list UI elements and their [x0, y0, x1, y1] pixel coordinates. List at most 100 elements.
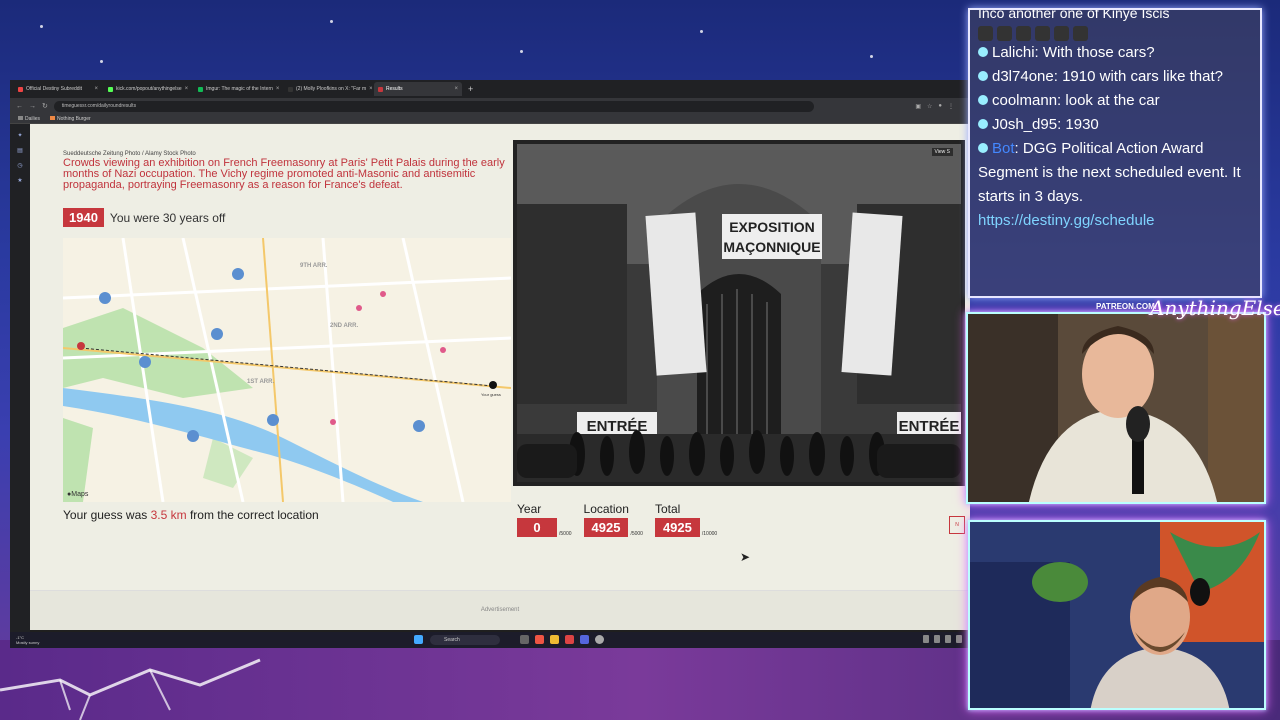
- photo-banner-right: ENTRÉE: [899, 418, 960, 435]
- sidebar-bag-icon[interactable]: ▤: [17, 147, 23, 154]
- photo-description: Crowds viewing an exhibition on French F…: [63, 157, 505, 191]
- webcam-main-image: [968, 314, 1264, 502]
- taskbar-icons: [414, 635, 423, 644]
- imgur-icon: [198, 86, 203, 92]
- chat-message: J0sh_d95: 1930: [978, 113, 1252, 137]
- weather-widget[interactable]: -1°C Mostly sunny: [16, 635, 39, 645]
- chat-bullet-icon: [978, 47, 988, 57]
- back-icon[interactable]: ←: [16, 103, 23, 110]
- advertisement-bar: Advertisement: [30, 590, 970, 630]
- close-tab-icon[interactable]: ×: [369, 86, 372, 92]
- emote-icon: [1054, 26, 1069, 41]
- score-total: Total 4925/10000: [654, 502, 718, 537]
- round-photo[interactable]: EXPOSITION MAÇONNIQUE ENTRÉE ENTRÉE View…: [513, 140, 965, 486]
- correct-year-badge: 1940: [63, 208, 104, 227]
- bookmark-nothing-burger[interactable]: Nothing Burger: [50, 115, 91, 122]
- battery-icon[interactable]: [956, 635, 962, 643]
- forward-icon[interactable]: →: [29, 103, 36, 110]
- discord-icon[interactable]: [580, 635, 589, 644]
- menu-icon[interactable]: ⋮: [948, 103, 954, 110]
- windows-taskbar: -1°C Mostly sunny Search: [10, 632, 970, 648]
- tab-imgur[interactable]: Imgur: The magic of the Intern ×: [194, 82, 282, 96]
- network-icon[interactable]: [934, 635, 940, 643]
- tab-kick[interactable]: kick.com/popout/anythingelse ×: [104, 82, 192, 96]
- tab-destiny-subreddit[interactable]: Official Destiny Subreddit ×: [14, 82, 102, 96]
- emote-icon: [1016, 26, 1031, 41]
- chrome-icon[interactable]: [595, 635, 604, 644]
- map-label-2nd-arr: 2ND ARR.: [330, 323, 359, 329]
- volume-icon[interactable]: [945, 635, 951, 643]
- guess-distance-text: Your guess was 3.5 km from the correct l…: [63, 508, 319, 522]
- close-tab-icon[interactable]: ×: [276, 86, 280, 92]
- map-label-1st-arr: 1ST ARR.: [247, 379, 275, 385]
- browser-tools: ▣ ☆ ● ⋮: [915, 103, 954, 110]
- maps-logo: ●Maps: [67, 491, 89, 498]
- map-graphic: [63, 238, 511, 502]
- brave-icon[interactable]: [535, 635, 544, 644]
- score-max: /10000: [701, 531, 718, 537]
- results-page: Sueddeutsche Zeitung Photo / Alamy Stock…: [30, 124, 970, 590]
- chat-bullet-icon: [978, 119, 988, 129]
- view-source-button[interactable]: View S: [931, 148, 953, 156]
- sidebar-home-icon[interactable]: ✦: [17, 132, 22, 139]
- tray-chevron-icon[interactable]: [923, 635, 929, 643]
- tab-results[interactable]: Results ×: [374, 82, 462, 96]
- start-icon[interactable]: [414, 635, 423, 644]
- url-field[interactable]: timeguessr.com/dailyroundresults: [53, 100, 814, 112]
- profile-icon[interactable]: ●: [938, 103, 942, 110]
- score-value: 4925: [583, 518, 629, 537]
- webcam-guest-image: [970, 522, 1264, 708]
- reload-icon[interactable]: ↻: [42, 102, 48, 110]
- tab-x-post[interactable]: (2) Molly Ploofkins on X: "Far m ×: [284, 82, 372, 96]
- timeguessr-icon: [378, 86, 383, 92]
- mouse-cursor: ➤: [740, 550, 751, 564]
- chat-message: d3l74one: 1910 with cars like that?: [978, 65, 1252, 89]
- guess-distance: 3.5 km: [150, 508, 187, 522]
- bookmark-dailies[interactable]: Dailies: [18, 115, 40, 122]
- sidebar-history-icon[interactable]: ◷: [17, 162, 22, 169]
- system-tray: [923, 635, 962, 643]
- chat-emotes: [978, 26, 1252, 41]
- result-map[interactable]: 9TH ARR. 2ND ARR. 1ST ARR. Your guess ●M…: [63, 238, 511, 502]
- correct-location-pin: [77, 342, 85, 350]
- photo-sign-main-line1: EXPOSITION: [729, 219, 815, 235]
- close-tab-icon[interactable]: ×: [185, 86, 189, 92]
- score-location: Location 4925/5000: [583, 502, 643, 537]
- webcam-main: [966, 312, 1266, 504]
- score-summary: Year 0/5000 Location 4925/5000 Total 492…: [517, 502, 717, 537]
- patreon-text: PATREON.COM/: [1096, 302, 1158, 311]
- score-value: 0: [517, 518, 557, 537]
- tab-bar: Official Destiny Subreddit × kick.com/pop…: [10, 80, 970, 98]
- file-explorer-icon[interactable]: [550, 635, 559, 644]
- signature-logo: AnythingElse: [1150, 296, 1280, 320]
- lightning-decoration: [0, 658, 261, 720]
- browser-window: Official Destiny Subreddit × kick.com/pop…: [10, 80, 970, 648]
- extensions-icon[interactable]: ▣: [915, 103, 921, 110]
- schedule-link[interactable]: https://destiny.gg/schedule: [978, 212, 1155, 229]
- app-icon[interactable]: [565, 635, 574, 644]
- folder-icon: [18, 115, 23, 120]
- year-off-text: You were 30 years off: [109, 210, 226, 225]
- pinned-apps: [520, 635, 604, 644]
- address-bar-row: ← → ↻ timeguessr.com/dailyroundresults ▣…: [10, 98, 970, 114]
- taskbar-search[interactable]: Search: [430, 635, 500, 645]
- close-tab-icon[interactable]: ×: [454, 86, 458, 92]
- kick-icon: [108, 86, 113, 92]
- task-view-icon[interactable]: [520, 635, 529, 644]
- sidebar-star-icon[interactable]: ★: [17, 177, 22, 184]
- photo-graphic: EXPOSITION MAÇONNIQUE ENTRÉE ENTRÉE: [517, 144, 961, 482]
- chat-message-bot: Bot: DGG Political Action Award Segment …: [978, 140, 1241, 229]
- chat-bullet-icon: [978, 95, 988, 105]
- bookmark-star-icon[interactable]: ☆: [927, 103, 932, 110]
- map-label-9th-arr: 9TH ARR.: [300, 263, 328, 269]
- next-round-button[interactable]: N: [949, 516, 965, 534]
- emote-icon: [1035, 26, 1050, 41]
- browser-sidebar: ✦ ▤ ◷ ★: [10, 124, 30, 636]
- x-icon: [288, 86, 293, 92]
- close-tab-icon[interactable]: ×: [94, 86, 98, 92]
- score-max: /5000: [559, 531, 572, 537]
- score-max: /5000: [630, 531, 643, 537]
- new-tab-button[interactable]: +: [468, 84, 473, 94]
- burger-icon: [50, 115, 56, 120]
- reddit-icon: [18, 86, 23, 92]
